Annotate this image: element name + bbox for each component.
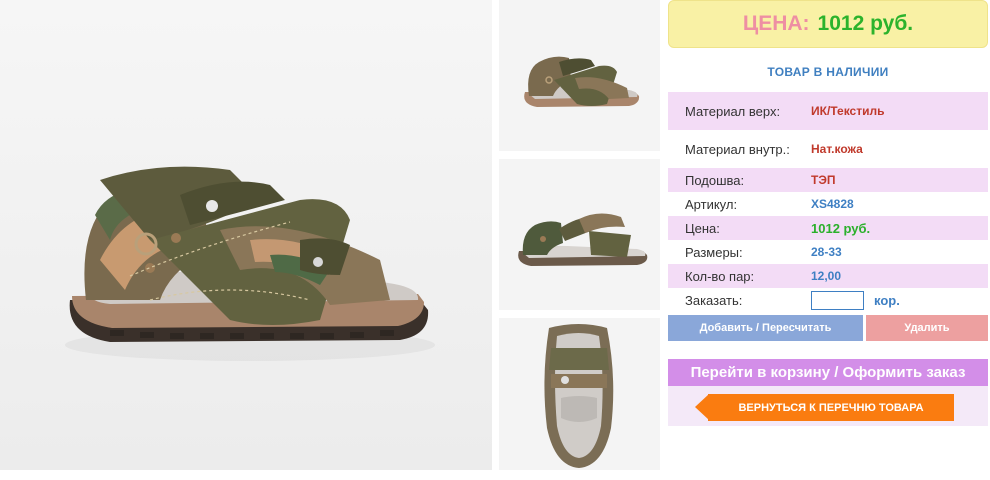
sandal-thumb-side-image (499, 0, 660, 151)
price-value: 1012 руб. (817, 12, 914, 35)
spec-label: Размеры: (685, 244, 743, 260)
order-unit-label: кор. (874, 292, 900, 308)
order-quantity-input[interactable] (811, 290, 864, 310)
spec-label: Материал внутр.: (685, 141, 790, 157)
sandal-thumb-angle-image (499, 159, 660, 310)
spec-row-inner-material: Материал внутр.: Нат.кожа (668, 130, 988, 168)
spec-label: Материал верх: (685, 103, 781, 119)
thumbnail-1[interactable] (499, 0, 660, 151)
go-to-cart-button[interactable]: Перейти в корзину / Оформить заказ (668, 359, 988, 386)
spec-value: Нат.кожа (811, 142, 863, 156)
spec-value: 28-33 (811, 245, 842, 259)
spec-row-order: Заказать: кор. (668, 288, 988, 312)
product-info-panel: ЦЕНА: 1012 руб. ТОВАР В НАЛИЧИИ Материал… (668, 0, 988, 426)
price-banner: ЦЕНА: 1012 руб. (668, 0, 988, 48)
add-recalculate-button[interactable]: Добавить / Пересчитать (668, 315, 863, 341)
spec-value: XS4828 (811, 197, 854, 211)
back-button-area: ВЕРНУТЬСЯ К ПЕРЕЧНЮ ТОВАРА (668, 386, 988, 426)
spec-value: ИК/Текстиль (811, 104, 885, 118)
sandal-thumb-top-image (499, 318, 660, 470)
spec-value: 12,00 (811, 269, 842, 283)
delete-button[interactable]: Удалить (866, 315, 988, 341)
stock-status: ТОВАР В НАЛИЧИИ (767, 65, 889, 79)
action-buttons: Добавить / Пересчитать Удалить (668, 315, 988, 341)
specs-table: Материал верх: ИК/Текстиль Материал внут… (668, 92, 988, 312)
main-product-photo[interactable] (0, 0, 492, 470)
spec-row-pairs: Кол-во пар: 12,00 (668, 264, 988, 288)
spec-label: Цена: (685, 220, 720, 236)
back-arrow-icon (695, 394, 709, 420)
spec-value: ТЭП (811, 173, 836, 187)
price-label: ЦЕНА: (742, 12, 810, 35)
thumbnail-2[interactable] (499, 159, 660, 310)
spec-label: Кол-во пар: (685, 268, 755, 284)
spec-row-upper-material: Материал верх: ИК/Текстиль (668, 92, 988, 130)
spec-label: Подошва: (685, 172, 745, 188)
spec-row-sole: Подошва: ТЭП (668, 168, 988, 192)
thumbnail-3[interactable] (499, 318, 660, 470)
spec-row-article: Артикул: XS4828 (668, 192, 988, 216)
spec-value: 1012 руб. (811, 220, 871, 236)
spec-label: Заказать: (685, 292, 743, 308)
spec-row-price: Цена: 1012 руб. (668, 216, 988, 240)
back-to-list-button[interactable]: ВЕРНУТЬСЯ К ПЕРЕЧНЮ ТОВАРА (708, 394, 954, 421)
spec-label: Артикул: (685, 196, 738, 212)
sandal-side-image (0, 0, 492, 470)
spec-row-sizes: Размеры: 28-33 (668, 240, 988, 264)
